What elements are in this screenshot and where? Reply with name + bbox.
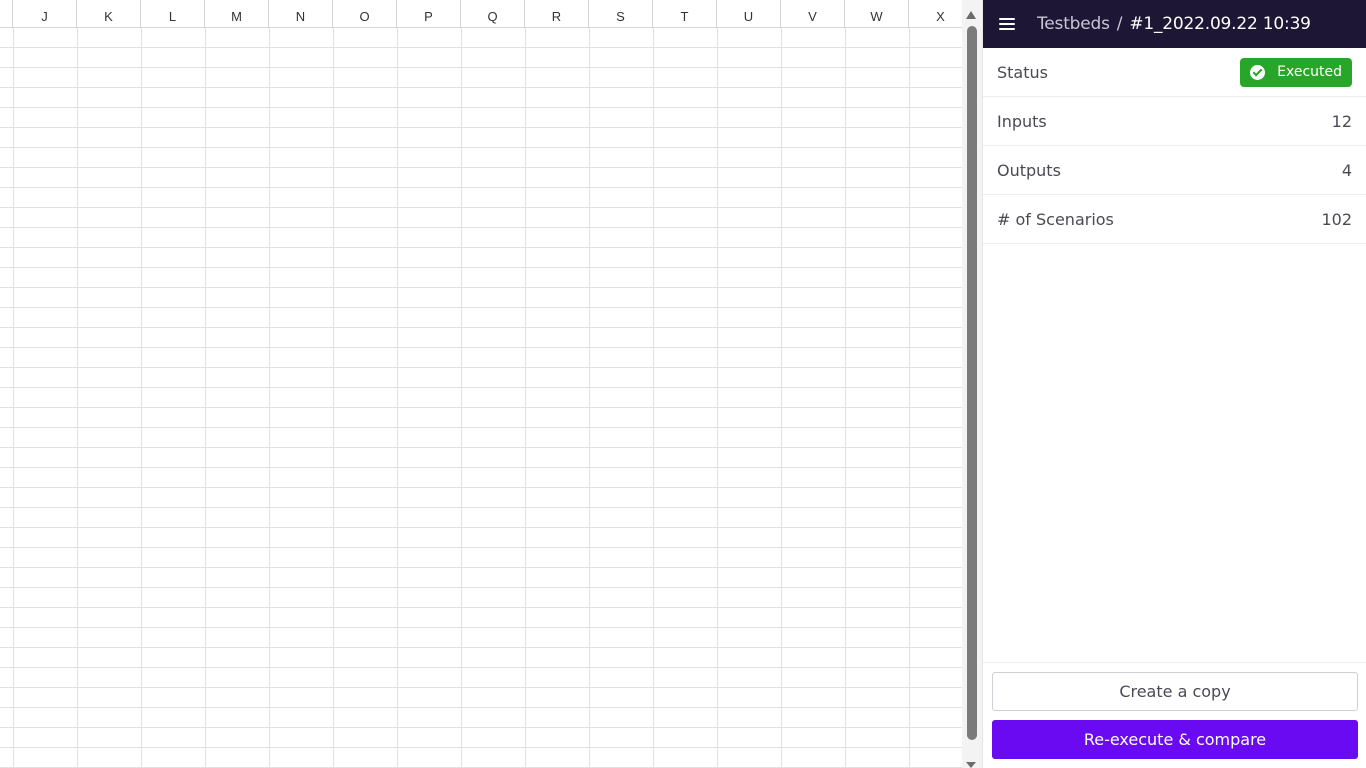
column-header-partial[interactable] [0,0,13,28]
column-header-row: JKLMNOPQRSTUVWX [0,0,962,28]
column-header-q[interactable]: Q [461,0,525,28]
breadcrumb-current-testbed: #1_2022.09.22 10:39 [1129,14,1311,34]
breadcrumb: Testbeds / #1_2022.09.22 10:39 [1037,14,1311,34]
inputs-label: Inputs [997,111,1047,131]
check-circle-icon [1250,64,1266,80]
create-copy-button[interactable]: Create a copy [992,672,1358,711]
column-header-w[interactable]: W [845,0,909,28]
app-window: JKLMNOPQRSTUVWX Testbeds / #1_2022.09.22… [0,0,1366,768]
scenarios-row: # of Scenarios 102 [983,195,1366,244]
reexecute-compare-button[interactable]: Re-execute & compare [992,720,1358,759]
inputs-count: 12 [1331,111,1352,131]
column-header-s[interactable]: S [589,0,653,28]
outputs-row: Outputs 4 [983,146,1366,195]
column-header-m[interactable]: M [205,0,269,28]
scenarios-count: 102 [1321,209,1352,229]
column-header-n[interactable]: N [269,0,333,28]
panel-footer: Create a copy Re-execute & compare [983,662,1366,768]
status-row: Status Executed [983,48,1366,97]
scroll-down-arrow-icon[interactable] [966,762,976,768]
outputs-label: Outputs [997,160,1061,180]
column-header-t[interactable]: T [653,0,717,28]
column-header-o[interactable]: O [333,0,397,28]
status-badge: Executed [1240,57,1352,87]
cell-grid[interactable] [0,28,962,768]
column-header-p[interactable]: P [397,0,461,28]
column-header-v[interactable]: V [781,0,845,28]
scenarios-label: # of Scenarios [997,209,1114,229]
spreadsheet[interactable]: JKLMNOPQRSTUVWX [0,0,962,768]
scroll-up-arrow-icon[interactable] [966,11,976,19]
column-header-r[interactable]: R [525,0,589,28]
breadcrumb-testbeds-link[interactable]: Testbeds [1037,14,1110,34]
testbed-panel: Testbeds / #1_2022.09.22 10:39 Status Ex… [982,0,1366,768]
breadcrumb-separator: / [1116,14,1123,34]
status-label: Status [997,62,1048,82]
vertical-scrollbar[interactable] [962,0,982,768]
scroll-thumb[interactable] [967,26,977,740]
hamburger-menu-icon[interactable] [999,17,1015,31]
outputs-count: 4 [1341,160,1352,180]
column-header-j[interactable]: J [13,0,77,28]
column-header-k[interactable]: K [77,0,141,28]
column-header-l[interactable]: L [141,0,205,28]
column-header-u[interactable]: U [717,0,781,28]
panel-header: Testbeds / #1_2022.09.22 10:39 [983,0,1366,48]
status-value: Executed [1277,64,1342,80]
inputs-row: Inputs 12 [983,97,1366,146]
column-header-x[interactable]: X [909,0,962,28]
